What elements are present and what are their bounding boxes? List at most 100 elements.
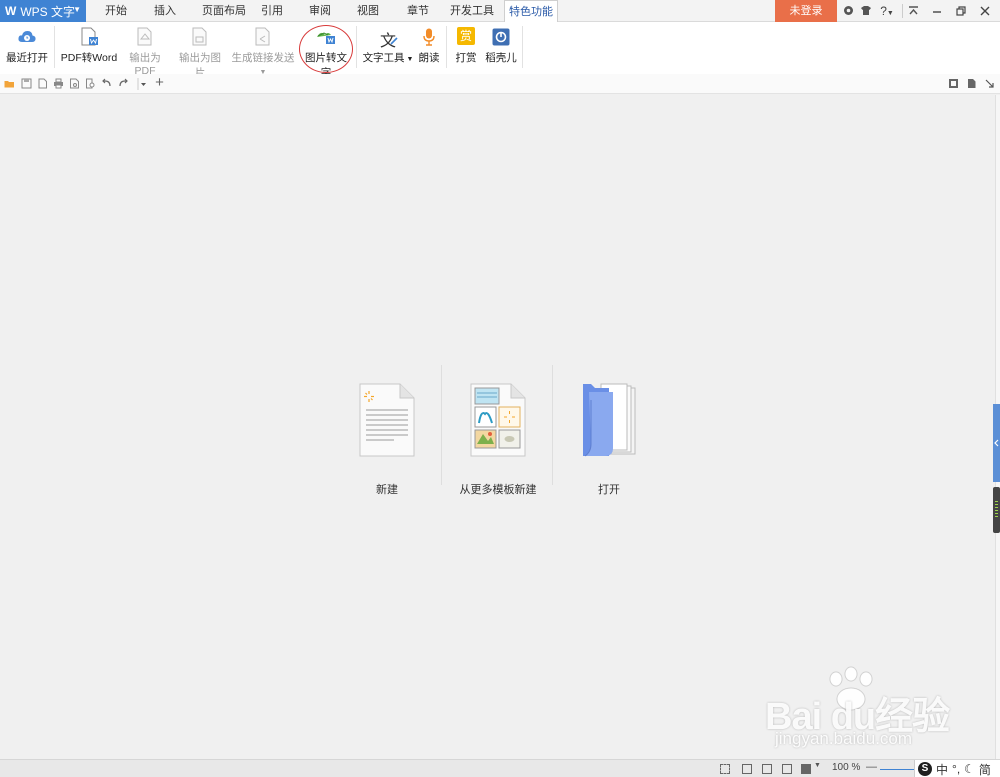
new-from-template-button[interactable]: 从更多模板新建: [443, 365, 553, 496]
shirt-icon[interactable]: [858, 0, 874, 22]
ribbon-separator: [356, 26, 357, 68]
reward-icon: 赏: [456, 27, 476, 47]
login-button[interactable]: 未登录: [775, 0, 837, 22]
page-view-icon[interactable]: [742, 764, 752, 774]
collapse-ribbon-icon[interactable]: [904, 0, 922, 22]
image-to-text-button[interactable]: 图片转文字: [300, 22, 352, 79]
outline-view-icon[interactable]: [762, 764, 772, 774]
tab-chapter[interactable]: 章节: [398, 0, 438, 22]
tab-review[interactable]: 审阅: [300, 0, 340, 22]
recent-open-label: 最近打开: [6, 52, 48, 64]
share-link-label: 生成链接发送: [231, 52, 295, 64]
share-link-icon: [253, 27, 273, 47]
pdf-to-word-icon: [79, 27, 99, 47]
zoom-level[interactable]: 100 %: [832, 762, 860, 773]
find-icon[interactable]: [85, 78, 96, 89]
redo-icon[interactable]: [118, 78, 129, 89]
open-document-button[interactable]: 打开: [554, 365, 664, 496]
export-pdf-button[interactable]: 输出为PDF: [120, 22, 170, 77]
ime-punctuation[interactable]: °,: [952, 762, 960, 776]
ime-simplified[interactable]: 简: [979, 761, 991, 777]
fullscreen-icon[interactable]: [720, 764, 730, 774]
tab-developer[interactable]: 开发工具: [444, 0, 500, 22]
open-folder-icon: [583, 383, 636, 457]
save-icon[interactable]: [21, 78, 32, 89]
tab-page-layout[interactable]: 页面布局: [192, 0, 256, 22]
toolbar-divider: [137, 74, 146, 94]
open-document-label: 打开: [598, 484, 620, 496]
start-separator: [552, 365, 553, 485]
moon-icon[interactable]: ☾: [964, 762, 975, 776]
wps-logo-icon: W: [5, 4, 17, 18]
pdf-to-word-label: PDF转Word: [60, 52, 118, 64]
panel-toggle-icon[interactable]: [948, 78, 959, 89]
template-document-icon: [470, 383, 526, 457]
share-link-button[interactable]: 生成链接发送 ▼: [228, 22, 298, 76]
chevron-down-icon[interactable]: ▼: [814, 762, 821, 769]
reward-label: 打赏: [455, 52, 477, 64]
blank-document-icon: [359, 383, 415, 457]
restore-icon[interactable]: [952, 0, 970, 22]
side-panel-grip[interactable]: [993, 487, 1000, 533]
minimize-icon[interactable]: [928, 0, 946, 22]
print-preview-icon[interactable]: [69, 78, 80, 89]
undo-icon[interactable]: [101, 78, 112, 89]
reading-view-icon[interactable]: [801, 764, 811, 774]
reward-button[interactable]: 赏 打赏: [452, 22, 480, 72]
new-document-button[interactable]: 新建: [332, 365, 442, 496]
title-divider: [902, 4, 903, 18]
ribbon-separator: [522, 26, 523, 68]
app-menu-button[interactable]: W WPS 文字 ▼: [0, 0, 86, 22]
export-image-button[interactable]: 输出为图片: [174, 22, 226, 79]
ribbon-separator: [54, 26, 55, 68]
start-page: 新建 从更多模板新建 打开: [0, 95, 995, 759]
input-method-bar[interactable]: S 中 °, ☾ 简: [914, 760, 1000, 777]
docer-button[interactable]: 稻壳儿: [484, 22, 518, 72]
zoom-slider[interactable]: [880, 769, 914, 770]
tab-view[interactable]: 视图: [348, 0, 388, 22]
chevron-down-icon: ▼: [404, 56, 414, 63]
text-tools-label: 文字工具: [362, 52, 405, 64]
help-button[interactable]: ?▼: [876, 0, 898, 22]
close-icon[interactable]: [976, 0, 994, 22]
docer-label: 稻壳儿: [485, 52, 517, 64]
text-tools-button[interactable]: 文 文字工具 ▼: [362, 22, 414, 72]
tab-start[interactable]: 开始: [94, 0, 138, 22]
quick-access-toolbar: +: [0, 74, 1000, 94]
web-view-icon[interactable]: [782, 764, 792, 774]
docer-icon: [491, 27, 511, 47]
status-bar: ▼ 100 % — S 中 °, ☾ 简: [0, 759, 1000, 777]
ribbon-separator: [446, 26, 447, 68]
watermark: Bai du经验 jingyan.baidu.com: [765, 665, 985, 755]
new-document-label: 新建: [376, 484, 398, 496]
tab-insert[interactable]: 插入: [143, 0, 187, 22]
document-settings-icon[interactable]: [966, 78, 977, 89]
chevron-down-icon: ▼: [886, 10, 894, 17]
recent-open-button[interactable]: 最近打开: [4, 22, 50, 72]
save-as-icon[interactable]: [37, 78, 48, 89]
start-separator: [441, 365, 442, 485]
help-label: ?: [880, 4, 887, 18]
tab-special-features[interactable]: 特色功能: [504, 0, 558, 23]
zoom-out-button[interactable]: —: [866, 761, 877, 773]
plus-icon[interactable]: +: [154, 75, 165, 90]
expand-arrow-icon[interactable]: [984, 78, 995, 89]
watermark-url: jingyan.baidu.com: [775, 729, 913, 748]
ribbon: 最近打开 PDF转Word 输出为PDF 输出为图片 生成链接发送 ▼ 图片转文…: [0, 22, 1000, 79]
open-folder-icon[interactable]: [4, 78, 15, 89]
export-pdf-icon: [135, 27, 155, 47]
print-icon[interactable]: [53, 78, 64, 89]
sogou-logo-icon: S: [918, 762, 932, 776]
tab-references[interactable]: 引用: [252, 0, 292, 22]
text-tools-icon: 文: [379, 31, 398, 50]
export-pdf-label: 输出为PDF: [129, 52, 161, 77]
side-panel-toggle[interactable]: [993, 404, 1000, 482]
read-aloud-button[interactable]: 朗读: [416, 22, 442, 72]
ime-mode[interactable]: 中: [936, 761, 948, 777]
microphone-icon: [419, 27, 439, 47]
export-image-icon: [190, 27, 210, 47]
new-from-template-label: 从更多模板新建: [459, 484, 537, 496]
pdf-to-word-button[interactable]: PDF转Word: [60, 22, 118, 72]
skin-icon[interactable]: [840, 0, 856, 22]
cloud-clock-icon: [17, 27, 37, 47]
